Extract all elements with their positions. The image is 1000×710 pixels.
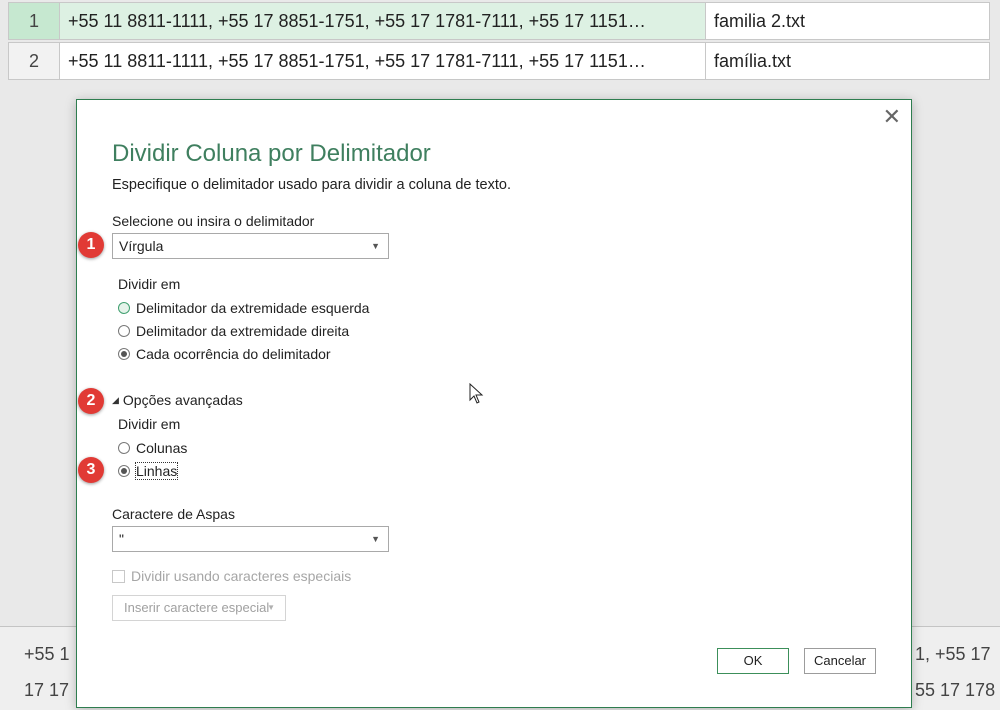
radio-right-delimiter[interactable]: Delimitador da extremidade direita (118, 323, 349, 339)
radio-button[interactable] (118, 465, 130, 477)
delimiter-value: Vírgula (119, 238, 164, 254)
special-chars-checkbox-row[interactable]: Dividir usando caracteres especiais (112, 568, 351, 584)
radio-label: Cada ocorrência do delimitador (136, 346, 331, 362)
chevron-down-icon: ▼ (267, 603, 275, 612)
chevron-down-icon: ▼ (371, 534, 380, 544)
preview-text: 17 17 (24, 680, 70, 700)
radio-button[interactable] (118, 302, 130, 314)
advanced-options-label: Opções avançadas (122, 392, 243, 408)
delimiter-dropdown[interactable]: Vírgula ▼ (112, 233, 389, 259)
insert-special-char-button[interactable]: Inserir caractere especial ▼ (112, 595, 286, 621)
step-badge: 3 (78, 457, 104, 483)
radio-label: Linhas (134, 462, 179, 480)
radio-button[interactable] (118, 325, 130, 337)
triangle-down-icon: ◢ (112, 394, 119, 405)
radio-label: Delimitador da extremidade direita (136, 323, 350, 339)
quote-char-label: Caractere de Aspas (112, 506, 235, 522)
ok-button[interactable]: OK (717, 648, 789, 674)
row-number[interactable]: 2 (8, 42, 60, 80)
radio-label: Colunas (136, 440, 188, 456)
preview-text: 55 17 178 (915, 680, 996, 700)
chevron-down-icon: ▼ (371, 241, 380, 251)
split-column-dialog: ✕ Dividir Coluna por Delimitador Especif… (76, 99, 912, 708)
radio-left-delimiter[interactable]: Delimitador da extremidade esquerda (118, 300, 369, 316)
insert-special-char-label: Inserir caractere especial (124, 600, 270, 615)
close-icon[interactable]: ✕ (883, 106, 901, 128)
radio-rows[interactable]: Linhas (118, 462, 179, 480)
radio-button[interactable] (118, 348, 130, 360)
preview-text: +55 1 (24, 644, 70, 664)
table-row[interactable]: 2 +55 11 8811-1111, +55 17 8851-1751, +5… (0, 42, 1000, 80)
mouse-pointer-icon (469, 383, 484, 404)
advanced-options-toggle[interactable]: ◢ Opções avançadas (112, 392, 243, 408)
delimiter-label: Selecione ou insira o delimitador (112, 213, 315, 229)
table-row[interactable]: 1 +55 11 8811-1111, +55 17 8851-1751, +5… (0, 2, 1000, 40)
dialog-description: Especifique o delimitador usado para div… (112, 177, 511, 193)
row-number[interactable]: 1 (8, 2, 60, 40)
radio-label: Delimitador da extremidade esquerda (136, 300, 370, 316)
file-cell[interactable]: familia 2.txt (705, 2, 990, 40)
radio-button[interactable] (118, 442, 130, 454)
radio-each-occurrence[interactable]: Cada ocorrência do delimitador (118, 346, 331, 362)
cancel-button[interactable]: Cancelar (804, 648, 876, 674)
quote-char-dropdown[interactable]: " ▼ (112, 526, 389, 552)
quote-char-value: " (119, 531, 124, 547)
preview-text: 1, +55 17 (915, 644, 991, 664)
phone-cell[interactable]: +55 11 8811-1111, +55 17 8851-1751, +55 … (59, 2, 706, 40)
special-chars-label: Dividir usando caracteres especiais (131, 568, 352, 584)
dialog-title: Dividir Coluna por Delimitador (112, 140, 431, 167)
special-chars-checkbox[interactable] (112, 569, 125, 583)
radio-columns[interactable]: Colunas (118, 440, 187, 456)
file-cell[interactable]: família.txt (705, 42, 990, 80)
step-badge: 2 (78, 388, 104, 414)
step-badge: 1 (78, 232, 104, 258)
split-into-label: Dividir em (118, 416, 181, 432)
split-at-label: Dividir em (118, 276, 181, 292)
phone-cell[interactable]: +55 11 8811-1111, +55 17 8851-1751, +55 … (59, 42, 706, 80)
